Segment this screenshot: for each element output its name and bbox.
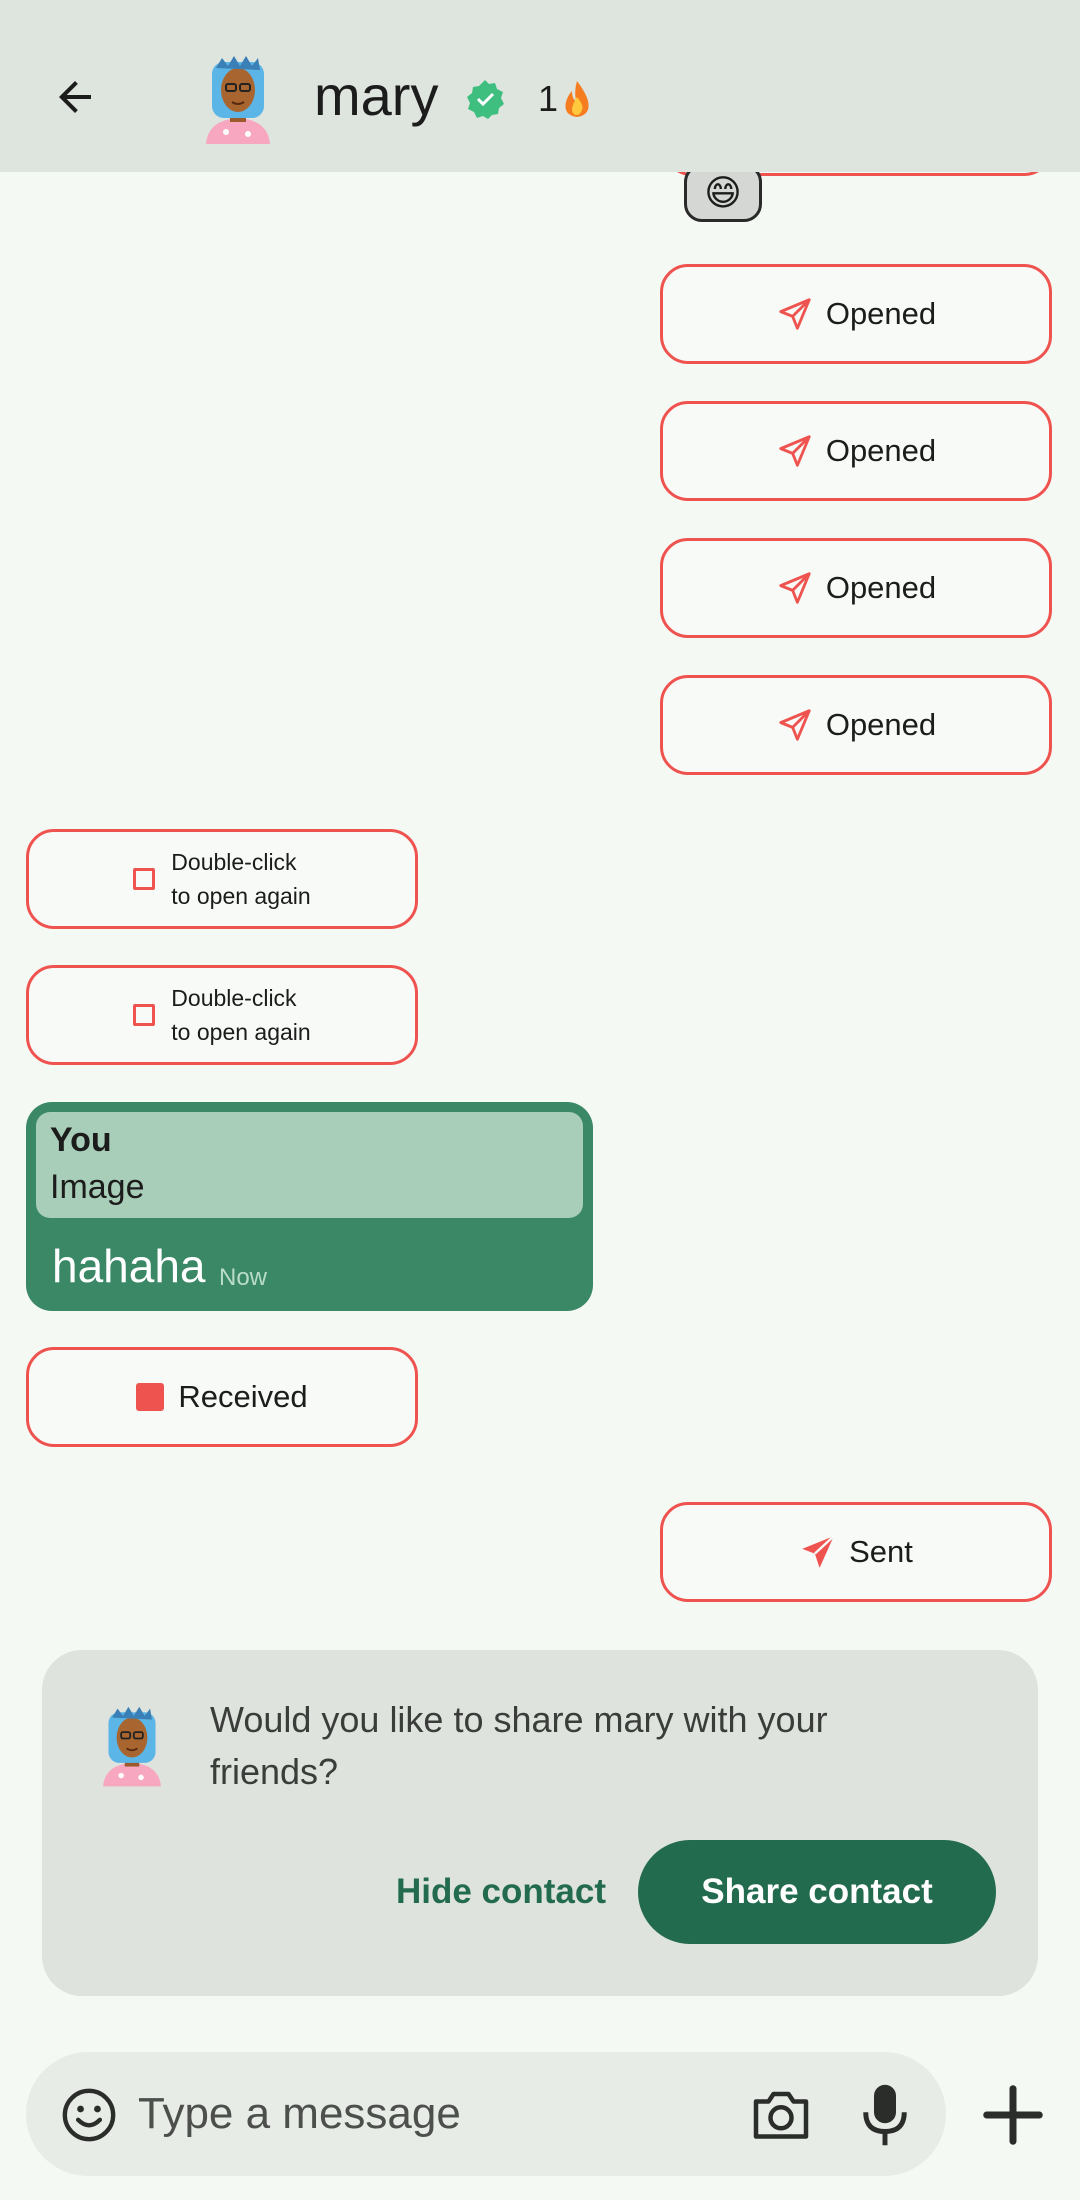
share-contact-button[interactable]: Share contact <box>638 1840 996 1944</box>
snap-status: Opened <box>825 433 937 468</box>
avatar[interactable] <box>196 48 280 144</box>
avatar <box>103 1706 161 1787</box>
hint-line-1: Double-click <box>171 849 297 875</box>
sent-snap-bubble[interactable]: Opened <box>660 401 1052 501</box>
streak-count: 1 <box>538 78 559 119</box>
emoji-icon[interactable] <box>60 2086 118 2144</box>
send-outline-icon <box>779 435 811 467</box>
text-message-bubble[interactable]: You Image hahaha Now <box>26 1102 593 1311</box>
snap-status: Opened <box>825 707 937 742</box>
streak-counter: 1 <box>538 78 594 120</box>
chat-header: mary 1 <box>0 0 1080 172</box>
hint-line-2: to open again <box>171 883 311 909</box>
snap-outline-icon <box>133 1004 156 1026</box>
snap-status: Sent <box>849 1534 913 1569</box>
sent-snap-bubble[interactable]: Sent <box>660 1502 1052 1602</box>
sent-snap-bubble[interactable]: Opened <box>660 675 1052 775</box>
received-snap-bubble[interactable]: Double-click to open again <box>26 965 418 1065</box>
snap-status: Opened <box>825 570 937 605</box>
hide-contact-button[interactable]: Hide contact <box>376 1840 626 1944</box>
back-button[interactable] <box>40 62 110 132</box>
share-prompt: Would you like to share mary with your f… <box>210 1699 828 1792</box>
snap-filled-icon <box>136 1383 165 1411</box>
message-text: hahaha <box>52 1240 206 1292</box>
hint-line-1: Double-click <box>171 985 297 1011</box>
hint-line-2: to open again <box>171 1019 311 1045</box>
snap-status: Received <box>178 1379 308 1414</box>
camera-icon[interactable] <box>748 2084 814 2144</box>
message-composer <box>26 2052 946 2176</box>
received-snap-bubble[interactable]: Double-click to open again <box>26 829 418 929</box>
verified-badge-icon <box>467 80 504 119</box>
quote-author: You <box>50 1121 112 1159</box>
snap-replay-hint: Double-click to open again <box>171 981 310 1049</box>
send-outline-icon <box>779 572 811 604</box>
reaction-emoji[interactable]: 😄 <box>684 172 762 222</box>
chat-messages: 😄 Opened Opened Opened Opened Double-cli… <box>0 172 1080 1622</box>
snap-replay-hint: Double-click to open again <box>171 845 310 913</box>
sent-snap-bubble[interactable]: Opened <box>660 538 1052 638</box>
mic-icon[interactable] <box>862 2082 908 2148</box>
share-contact-card: Would you like to share mary with your f… <box>42 1650 1038 1996</box>
contact-name[interactable]: mary <box>314 60 438 132</box>
send-outline-icon <box>779 709 811 741</box>
back-arrow-icon <box>59 81 91 113</box>
plus-icon[interactable] <box>978 2080 1048 2150</box>
snap-status: Opened <box>825 296 937 331</box>
quote-text: Image <box>50 1168 145 1206</box>
quoted-reply[interactable]: You Image <box>36 1112 583 1218</box>
send-outline-icon <box>779 298 811 330</box>
message-time: Now <box>219 1264 268 1291</box>
message-input[interactable] <box>138 2080 698 2148</box>
send-filled-icon <box>802 1535 835 1568</box>
snap-outline-icon <box>133 868 156 890</box>
received-snap-bubble[interactable]: Received <box>26 1347 418 1447</box>
fire-icon <box>565 81 589 117</box>
sent-snap-bubble[interactable]: Opened <box>660 264 1052 364</box>
